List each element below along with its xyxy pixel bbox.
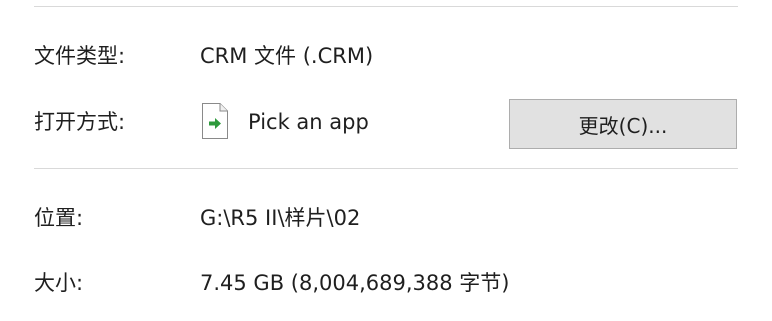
open-with-label: 打开方式: bbox=[34, 110, 126, 134]
location-label: 位置: bbox=[34, 206, 84, 230]
middle-divider bbox=[34, 168, 738, 169]
file-type-value: CRM 文件 (.CRM) bbox=[200, 44, 374, 68]
default-app-name: Pick an app bbox=[248, 110, 369, 134]
file-green-arrow-icon bbox=[202, 103, 228, 139]
file-type-label: 文件类型: bbox=[34, 44, 126, 68]
size-label: 大小: bbox=[34, 271, 84, 295]
top-divider bbox=[34, 6, 738, 7]
location-value: G:\R5 II\样片\02 bbox=[200, 206, 361, 230]
size-value: 7.45 GB (8,004,689,388 字节) bbox=[200, 271, 510, 295]
change-app-button[interactable]: 更改(C)... bbox=[509, 99, 737, 149]
